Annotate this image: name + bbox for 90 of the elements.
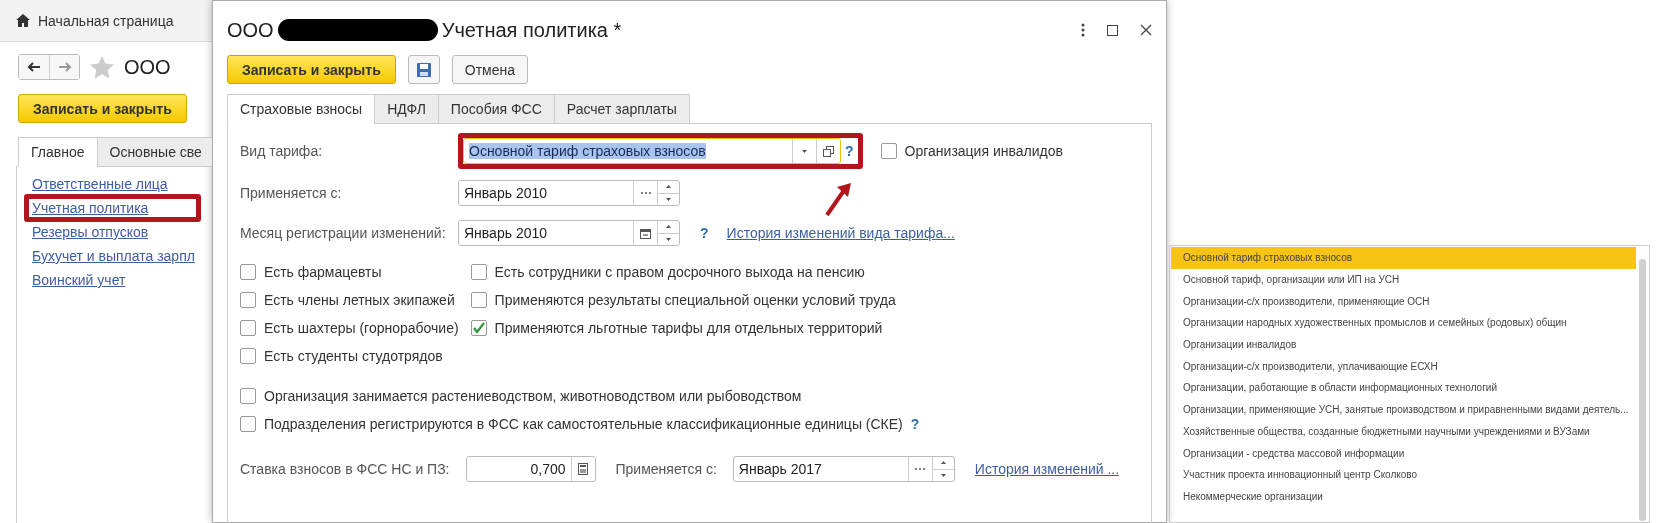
right-arrow-icon bbox=[57, 62, 72, 72]
tab[interactable]: НДФЛ bbox=[374, 94, 439, 124]
checkbox-label: Есть сотрудники с правом досрочного выхода на пенсию bbox=[494, 264, 865, 280]
list-item[interactable]: Организации народных художественных промыслов и семейных (родовых) общин bbox=[1171, 312, 1636, 334]
spin-buttons[interactable] bbox=[657, 221, 679, 245]
checkbox[interactable] bbox=[240, 388, 256, 404]
checkbox[interactable] bbox=[880, 143, 897, 159]
month-field[interactable]: Январь 2017 bbox=[732, 456, 955, 482]
back-button[interactable] bbox=[19, 55, 49, 79]
nav-link[interactable]: Бухучет и выплата зарпл bbox=[32, 248, 195, 264]
nav-link[interactable]: Ответственные лица bbox=[32, 176, 168, 192]
up-arrow-icon bbox=[666, 225, 671, 229]
open-window-icon bbox=[823, 145, 834, 157]
checkbox[interactable] bbox=[240, 416, 256, 432]
save-close-button[interactable]: Записать и закрыть bbox=[18, 94, 187, 123]
rate-field[interactable]: 0,700 bbox=[465, 456, 596, 482]
down-arrow-icon bbox=[940, 473, 946, 477]
list-item[interactable]: Участник проекта инновационный центр Сколково bbox=[1171, 463, 1636, 486]
tab[interactable]: Страховые взносы bbox=[227, 94, 376, 124]
list-item[interactable]: Организации инвалидов bbox=[1171, 333, 1636, 356]
list-item[interactable]: Хозяйственные общества, созданные бюджетными научными учреждениями и ВУЗами bbox=[1171, 420, 1636, 443]
checkbox-label: Подразделения регистрируются в ФСС как самостоятельные классификационные единицы (СКЕ) bbox=[264, 416, 903, 432]
history-link[interactable]: История изменений ... bbox=[974, 461, 1120, 477]
checkbox-label: Есть фармацевты bbox=[264, 264, 382, 280]
help-icon[interactable]: ? bbox=[910, 416, 920, 432]
more-icon[interactable] bbox=[1081, 23, 1085, 37]
checkbox-label: Применяются результаты специальной оценки условий труда bbox=[494, 292, 896, 308]
left-arrow-icon bbox=[27, 62, 41, 72]
home-icon bbox=[16, 14, 30, 27]
star-icon[interactable] bbox=[90, 55, 114, 79]
down-arrow-icon bbox=[666, 197, 671, 201]
checkbox[interactable] bbox=[240, 348, 256, 364]
tab[interactable]: Расчет зарплаты bbox=[553, 94, 690, 124]
list-item[interactable]: Организации - средства массовой информации bbox=[1171, 442, 1636, 464]
field-label: Ставка взносов в ФСС НС и ПЗ: bbox=[240, 461, 450, 477]
window-title: Учетная политика * bbox=[441, 18, 622, 42]
page-title: ООО bbox=[124, 55, 171, 79]
month-field[interactable]: Январь 2010 bbox=[458, 180, 680, 206]
dots-icon bbox=[639, 191, 652, 195]
checkbox-label: Есть шахтеры (горнорабочие) bbox=[264, 320, 459, 336]
up-arrow-icon bbox=[666, 185, 671, 189]
down-arrow-icon bbox=[666, 237, 671, 241]
dots-icon bbox=[914, 467, 927, 471]
list-item[interactable]: Основной тариф, организации или ИП на УСН bbox=[1171, 268, 1636, 291]
field-label: Применяется с: bbox=[615, 461, 717, 477]
checkbox-label: Организация занимается растениеводством, животноводством или рыбоводством bbox=[264, 388, 802, 404]
calculator-icon bbox=[578, 463, 588, 475]
checkbox[interactable] bbox=[470, 264, 487, 280]
tab[interactable]: Пособия ФСС bbox=[437, 94, 555, 124]
nav-link[interactable]: Воинский учет bbox=[32, 272, 126, 288]
list-item[interactable]: Организации, работающие в области информационных технологий bbox=[1171, 377, 1636, 399]
checkbox-label: Организация инвалидов bbox=[904, 143, 1063, 159]
maximize-icon[interactable] bbox=[1107, 24, 1118, 36]
checkbox[interactable] bbox=[240, 320, 256, 336]
checkbox-label: Есть члены летных экипажей bbox=[264, 292, 455, 308]
down-arrow-icon bbox=[802, 149, 807, 153]
tariff-select[interactable]: Основной тариф страховых взносов bbox=[463, 138, 841, 164]
list-item[interactable]: Основной тариф страховых взносов bbox=[1171, 247, 1636, 269]
nav-link[interactable]: Учетная политика bbox=[32, 200, 149, 216]
spin-buttons[interactable] bbox=[931, 457, 954, 481]
nav-link[interactable]: Резервы отпусков bbox=[32, 224, 149, 240]
checkbox-label: Применяются льготные тарифы для отдельных территорий bbox=[494, 320, 883, 336]
list-item[interactable]: Некоммерческие организации bbox=[1171, 485, 1636, 508]
month-field[interactable]: Январь 2010 bbox=[458, 220, 680, 246]
list-item[interactable]: Организации-с/х производители, применяющие ОСН bbox=[1171, 290, 1636, 313]
checkbox[interactable] bbox=[470, 292, 487, 308]
tab[interactable]: Основные све bbox=[96, 137, 212, 167]
list-item[interactable]: Организации-с/х производители, уплачивающие ЕСХН bbox=[1171, 355, 1636, 378]
checkbox[interactable] bbox=[470, 320, 487, 336]
checkbox-label: Есть студенты студотрядов bbox=[264, 348, 443, 364]
checkbox[interactable] bbox=[240, 292, 256, 308]
checkbox[interactable] bbox=[240, 264, 256, 280]
spin-buttons[interactable] bbox=[657, 181, 679, 205]
scrollbar[interactable] bbox=[1639, 259, 1646, 521]
help-icon[interactable]: ? bbox=[700, 225, 709, 241]
calendar-icon bbox=[640, 227, 651, 239]
cancel-button[interactable]: Отмена bbox=[451, 55, 528, 84]
list-item[interactable]: Организации, применяющие УСН, занятые производством и приравненными видами деятель... bbox=[1171, 398, 1636, 421]
history-link[interactable]: История изменений вида тарифа... bbox=[726, 225, 955, 241]
tab[interactable]: Главное bbox=[18, 137, 98, 167]
save-button[interactable] bbox=[407, 55, 440, 84]
up-arrow-icon bbox=[940, 461, 946, 465]
save-close-button[interactable]: Записать и закрыть bbox=[227, 55, 396, 84]
close-icon[interactable] bbox=[1140, 24, 1152, 36]
field-label: Месяц регистрации изменений: bbox=[240, 225, 447, 241]
field-label: Применяется с: bbox=[240, 185, 343, 201]
field-label: Вид тарифа: bbox=[240, 143, 324, 159]
help-icon[interactable]: ? bbox=[845, 143, 854, 159]
annotation-arrow bbox=[823, 181, 853, 217]
title-text: ООО bbox=[227, 18, 274, 42]
